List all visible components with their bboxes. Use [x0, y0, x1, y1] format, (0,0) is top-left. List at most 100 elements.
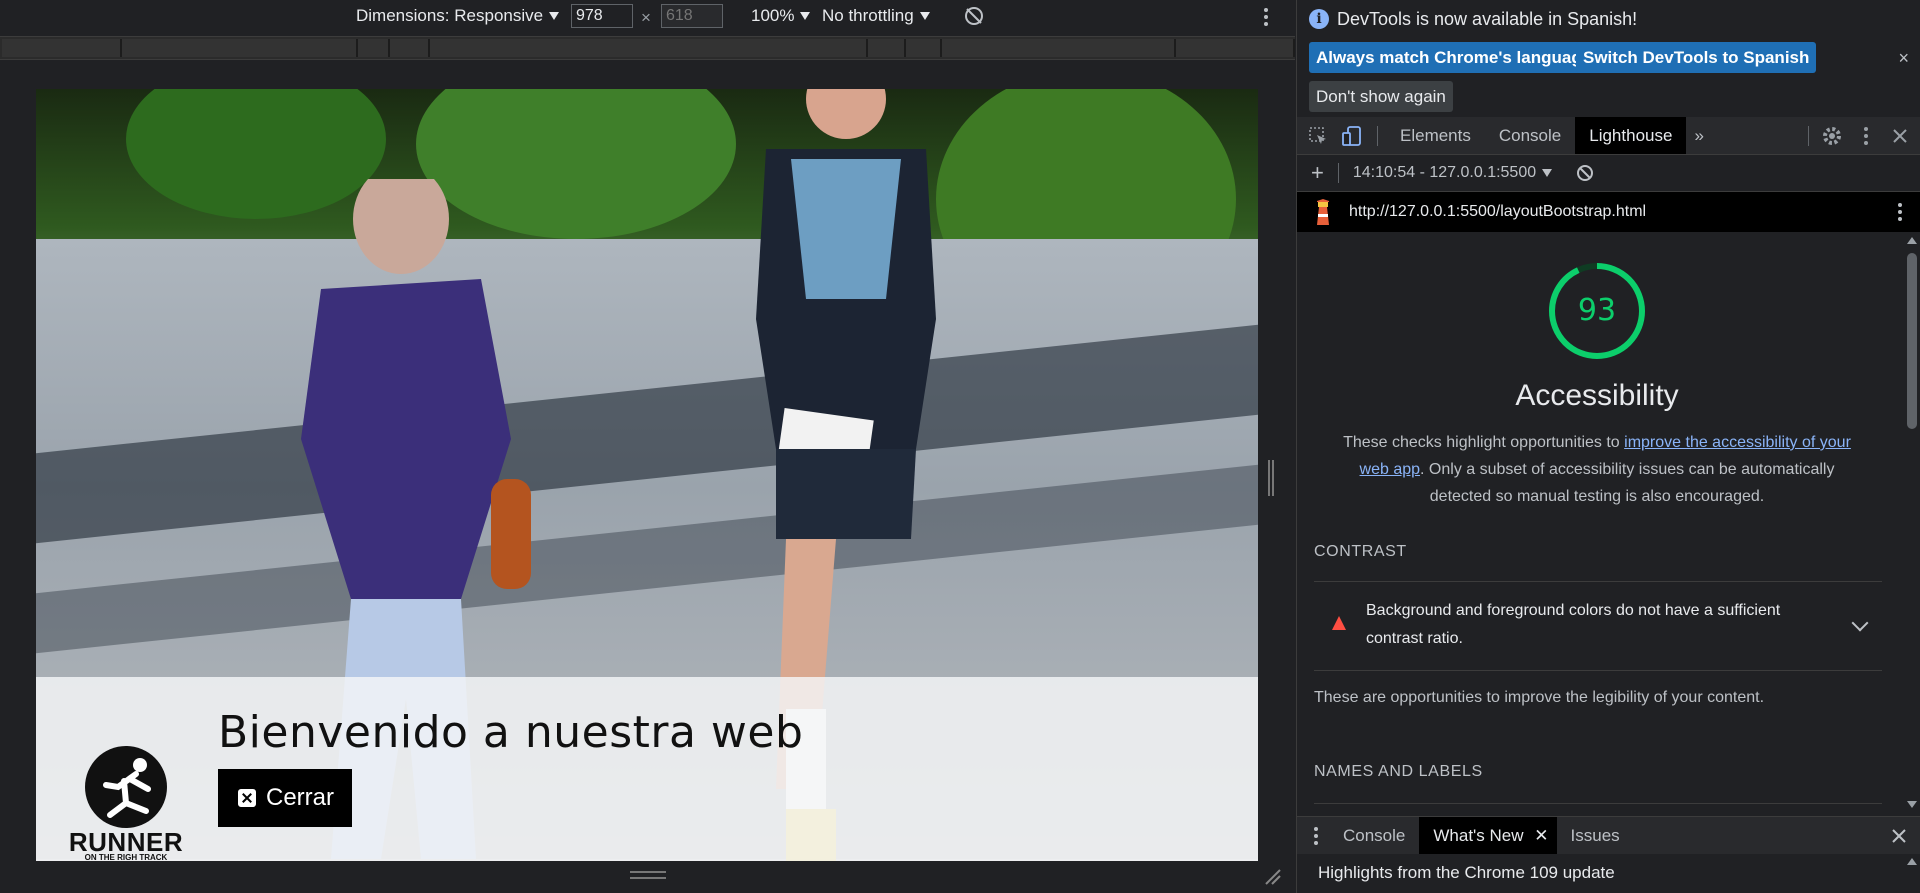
category-description: These checks highlight opportunities to …	[1327, 429, 1867, 510]
lighthouse-report: 93 Accessibility These checks highlight …	[1297, 233, 1907, 813]
close-icon	[238, 789, 256, 807]
lighthouse-icon	[1317, 199, 1329, 225]
hero-image: RUNNER ON THE RIGH TRACK Bienvenido a nu…	[36, 89, 1258, 861]
device-toggle-icon[interactable]	[1341, 125, 1363, 147]
tab-console[interactable]: Console	[1485, 117, 1575, 154]
group-title-contrast: CONTRAST	[1314, 543, 1407, 560]
devtools-panel: i DevTools is now available in Spanish! …	[1296, 0, 1920, 893]
close-drawer-icon[interactable]	[1891, 828, 1907, 844]
scroll-up-icon[interactable]	[1907, 858, 1917, 865]
description-text: These checks highlight opportunities to	[1343, 434, 1625, 451]
close-tab-icon[interactable]: ✕	[1534, 826, 1548, 845]
report-selector[interactable]: 14:10:54 - 127.0.0.1:5500	[1352, 164, 1553, 182]
dimension-separator: ×	[641, 8, 651, 27]
whats-new-content: Highlights from the Chrome 109 update	[1297, 854, 1920, 893]
lighthouse-toolbar: + 14:10:54 - 127.0.0.1:5500	[1297, 155, 1920, 192]
scroll-down-icon[interactable]	[1907, 801, 1917, 808]
toolbar-divider	[1377, 125, 1378, 146]
toolbar-divider	[1808, 125, 1809, 146]
inspect-element-icon[interactable]	[1307, 125, 1329, 147]
close-devtools-icon[interactable]	[1889, 125, 1911, 147]
scroll-thumb[interactable]	[1907, 253, 1917, 429]
drawer-tab-issues[interactable]: Issues	[1557, 817, 1634, 854]
fail-icon	[1332, 616, 1346, 630]
ruler-segment[interactable]	[942, 39, 1176, 57]
more-tabs-icon[interactable]: »	[1686, 117, 1711, 154]
ruler-segment[interactable]	[906, 39, 942, 57]
description-text: . Only a subset of accessibility issues …	[1420, 461, 1835, 505]
dont-show-again-button[interactable]: Don't show again	[1309, 81, 1453, 112]
always-match-language-button[interactable]: Always match Chrome's language	[1309, 42, 1599, 73]
close-button-label: Cerrar	[266, 784, 335, 811]
viewport-height-handle[interactable]	[630, 871, 666, 879]
rotate-icon[interactable]	[963, 5, 985, 27]
tab-lighthouse[interactable]: Lighthouse	[1575, 117, 1687, 154]
report-url-bar: http://127.0.0.1:5500/layoutBootstrap.ht…	[1297, 192, 1920, 232]
report-menu-icon[interactable]	[1897, 201, 1903, 223]
category-title: Accessibility	[1515, 379, 1679, 412]
device-toolbar: Dimensions: Responsive × 100% No throttl…	[0, 0, 1295, 34]
group-description: These are opportunities to improve the l…	[1314, 689, 1765, 706]
height-input[interactable]	[661, 4, 723, 28]
clear-reports-icon[interactable]	[1576, 164, 1594, 182]
customize-menu-icon[interactable]	[1855, 125, 1877, 147]
viewport-width-handle[interactable]	[1268, 460, 1274, 496]
infobar-message: DevTools is now available in Spanish!	[1337, 9, 1638, 29]
accessibility-score: 93	[1577, 293, 1617, 328]
device-emulation-pane: Dimensions: Responsive × 100% No throttl…	[0, 0, 1295, 893]
chevron-down-icon	[1542, 169, 1553, 177]
zoom-label: 100%	[751, 6, 795, 25]
ruler-segment[interactable]	[430, 39, 868, 57]
group-title-names-labels: NAMES AND LABELS	[1314, 763, 1483, 780]
ruler-segment[interactable]	[390, 39, 430, 57]
chevron-down-icon	[549, 12, 560, 20]
chevron-down-icon[interactable]	[1851, 614, 1869, 632]
drawer-tab-whats-new[interactable]: What's New ✕	[1419, 817, 1557, 854]
ruler-segment[interactable]	[358, 39, 390, 57]
report-scrollbar[interactable]	[1903, 233, 1920, 813]
audit-title: Background and foreground colors do not …	[1366, 602, 1781, 647]
infobar-close-icon[interactable]: ×	[1898, 48, 1909, 69]
welcome-heading: Bienvenido a nuestra web	[218, 707, 804, 758]
media-query-ruler[interactable]	[0, 36, 1295, 60]
ruler-segment[interactable]	[1176, 39, 1295, 57]
report-selector-label: 14:10:54 - 127.0.0.1:5500	[1352, 164, 1537, 181]
divider	[1314, 670, 1882, 671]
more-options-icon[interactable]	[1262, 6, 1270, 28]
welcome-overlay: RUNNER ON THE RIGH TRACK Bienvenido a nu…	[36, 677, 1258, 861]
throttling-dropdown[interactable]: No throttling	[822, 6, 930, 26]
zoom-dropdown[interactable]: 100%	[751, 6, 811, 26]
throttling-label: No throttling	[822, 6, 914, 25]
width-input[interactable]	[571, 4, 633, 28]
report-url[interactable]: http://127.0.0.1:5500/layoutBootstrap.ht…	[1349, 203, 1646, 221]
chevron-down-icon	[919, 12, 930, 20]
logo-tagline: ON THE RIGH TRACK	[84, 853, 168, 861]
divider	[1314, 803, 1882, 804]
dimensions-label: Dimensions: Responsive	[356, 6, 544, 25]
chevron-down-icon	[800, 12, 811, 20]
whats-new-headline: Highlights from the Chrome 109 update	[1318, 863, 1615, 882]
new-report-icon[interactable]: +	[1311, 160, 1324, 186]
drawer-tab-label: What's New	[1433, 826, 1524, 845]
drawer-menu-icon[interactable]	[1313, 825, 1319, 847]
switch-to-spanish-button[interactable]: Switch DevTools to Spanish	[1576, 42, 1817, 73]
drawer-tab-console[interactable]: Console	[1329, 817, 1419, 854]
toolbar-divider	[1337, 163, 1339, 183]
resize-corner-icon[interactable]	[1262, 866, 1282, 886]
audit-color-contrast[interactable]: Background and foreground colors do not …	[1314, 581, 1882, 669]
devtools-tabbar: Elements Console Lighthouse »	[1297, 117, 1920, 155]
gear-icon[interactable]	[1821, 125, 1843, 147]
ruler-segment[interactable]	[2, 39, 122, 57]
info-icon: i	[1309, 9, 1329, 29]
runner-logo: RUNNER ON THE RIGH TRACK	[66, 741, 186, 861]
language-infobar: i DevTools is now available in Spanish! …	[1297, 0, 1920, 118]
close-button[interactable]: Cerrar	[218, 769, 353, 827]
tab-elements[interactable]: Elements	[1386, 117, 1485, 154]
runner-logo-icon	[85, 746, 167, 828]
ruler-segment[interactable]	[868, 39, 906, 57]
drawer-tabbar: Console What's New ✕ Issues	[1297, 816, 1920, 854]
scroll-up-icon[interactable]	[1907, 237, 1917, 244]
dimensions-dropdown[interactable]: Dimensions: Responsive	[356, 6, 560, 26]
emulated-viewport: RUNNER ON THE RIGH TRACK Bienvenido a nu…	[36, 89, 1258, 861]
ruler-segment[interactable]	[122, 39, 358, 57]
